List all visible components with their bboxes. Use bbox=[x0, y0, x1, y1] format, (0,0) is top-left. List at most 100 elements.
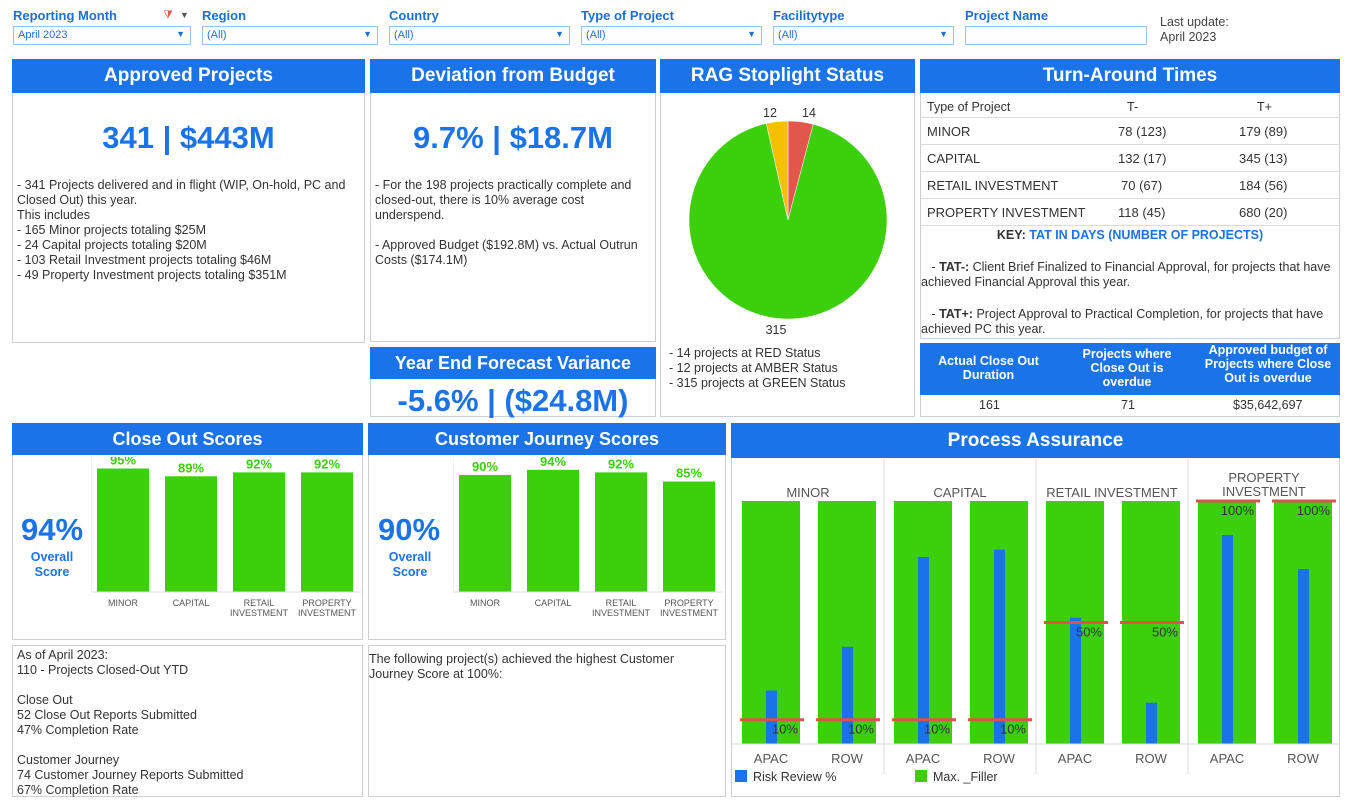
region-select[interactable]: (All) ▼ bbox=[202, 26, 378, 45]
approved-projects-panel: Approved Projects 341 | $443M - 341 Proj… bbox=[12, 59, 365, 343]
country-value: (All) bbox=[394, 29, 414, 41]
forecast-kpi: -5.6% | ($24.8M) bbox=[397, 383, 629, 418]
chevron-down-icon: ▼ bbox=[176, 29, 185, 39]
category-label: APAC bbox=[906, 751, 940, 766]
target-label: 50% bbox=[1152, 625, 1178, 640]
table-row: PROPERTY INVESTMENT 118 (45) 680 (20) bbox=[921, 199, 1339, 226]
category-label: PROPERTY bbox=[664, 598, 713, 608]
score-bar bbox=[663, 481, 715, 592]
process-assurance-panel: Process Assurance MINOR 10% APAC 10% ROW CAPI… bbox=[731, 423, 1340, 797]
closeout-scores-title: Close Out Scores bbox=[12, 423, 363, 455]
category-label: MINOR bbox=[470, 598, 500, 608]
risk-review-bar bbox=[1146, 702, 1157, 744]
facilitytype-select[interactable]: (All) ▼ bbox=[773, 26, 954, 45]
table-row: RETAIL INVESTMENT 70 (67) 184 (56) bbox=[921, 172, 1339, 199]
journey-scores-title: Customer Journey Scores bbox=[368, 423, 726, 455]
tat-cell: 118 (45) bbox=[1118, 205, 1166, 220]
score-bar bbox=[595, 472, 647, 592]
closeout-duration-value: 161 bbox=[979, 398, 1000, 412]
closeout-header-duration: Actual Close Out Duration bbox=[938, 354, 1039, 382]
tat-header-type: Type of Project bbox=[927, 100, 1011, 114]
group-label: RETAIL INVESTMENT bbox=[1046, 485, 1178, 500]
score-bar bbox=[97, 468, 149, 592]
category-label: CAPITAL bbox=[173, 598, 210, 608]
score-bar-label: 92% bbox=[246, 457, 272, 471]
rag-title: RAG Stoplight Status bbox=[660, 59, 915, 93]
tat-key: KEY: TAT IN DAYS (NUMBER OF PROJECTS) bbox=[921, 228, 1339, 242]
chevron-down-icon: ▼ bbox=[363, 29, 372, 39]
filter-label-country: Country bbox=[389, 8, 439, 23]
tat-cell: 70 (67) bbox=[1121, 178, 1163, 193]
category-label: APAC bbox=[754, 751, 788, 766]
category-label: ROW bbox=[983, 751, 1016, 766]
facilitytype-value: (All) bbox=[778, 29, 798, 41]
category-label: INVESTMENT bbox=[660, 608, 719, 618]
forecast-title: Year End Forecast Variance bbox=[370, 347, 656, 379]
tat-cell: 132 (17) bbox=[1118, 151, 1167, 166]
filter-menu-icon[interactable]: ▼ bbox=[180, 10, 189, 20]
group-label: CAPITAL bbox=[933, 485, 986, 500]
tat-cell: CAPITAL bbox=[927, 151, 981, 166]
type-of-project-value: (All) bbox=[586, 29, 606, 41]
category-label: APAC bbox=[1210, 751, 1244, 766]
tat-key-prefix: KEY: bbox=[996, 228, 1026, 242]
closeout-notes-panel: As of April 2023: 110 - Projects Closed-… bbox=[12, 645, 363, 797]
tat-note-2-text: Project Approval to Practical Completion… bbox=[921, 307, 1324, 336]
tat-note-2-label: TAT+: bbox=[939, 307, 973, 321]
target-label: 100% bbox=[1221, 503, 1255, 518]
category-label: RETAIL bbox=[244, 598, 275, 608]
chevron-down-icon: ▼ bbox=[747, 29, 756, 39]
journey-scores-panel: Customer Journey Scores 90% Overall Scor… bbox=[368, 423, 726, 640]
process-assurance-chart: MINOR 10% APAC 10% ROW CAPITAL 10% APAC 10% ROW RE… bbox=[732, 459, 1339, 774]
target-label: 10% bbox=[848, 722, 874, 737]
score-bar bbox=[233, 472, 285, 592]
group-label: MINOR bbox=[786, 485, 829, 500]
closeout-budget-value: $35,642,697 bbox=[1233, 398, 1303, 412]
tat-header-row: Type of Project T- T+ bbox=[921, 96, 1339, 118]
table-row: MINOR 78 (123) 179 (89) bbox=[921, 118, 1339, 145]
tat-title: Turn-Around Times bbox=[920, 59, 1340, 93]
target-label: 10% bbox=[1000, 722, 1026, 737]
tat-cell: PROPERTY INVESTMENT bbox=[927, 205, 1086, 220]
score-bar bbox=[165, 476, 217, 592]
country-select[interactable]: (All) ▼ bbox=[389, 26, 570, 45]
journey-bar-chart: 90%MINOR94%CAPITAL92%RETAILINVESTMENT85%… bbox=[453, 457, 723, 618]
tat-header-tminus: T- bbox=[1127, 100, 1139, 114]
closeout-bar-chart: 95%MINOR89%CAPITAL92%RETAILINVESTMENT92%… bbox=[91, 457, 361, 618]
filter-label-region: Region bbox=[202, 8, 247, 23]
score-bar-label: 85% bbox=[676, 466, 702, 481]
tat-note-2: - TAT+: Project Approval to Practical Co… bbox=[921, 307, 1324, 336]
approved-projects-text: - 341 Projects delivered and in flight (… bbox=[17, 178, 346, 282]
pie-label-amber: 12 bbox=[763, 106, 777, 120]
forecast-panel: Year End Forecast Variance -5.6% | ($24.… bbox=[370, 347, 656, 418]
journey-notes-panel: The following project(s) achieved the hi… bbox=[368, 645, 726, 797]
closeout-overall-label: Overall Score bbox=[30, 550, 74, 579]
risk-review-bar bbox=[994, 549, 1005, 744]
journey-overall-score: 90% bbox=[377, 512, 441, 547]
tat-cell: 184 (56) bbox=[1239, 178, 1288, 193]
legend-risk-review: Risk Review % bbox=[735, 770, 836, 784]
legend-filler: Max. _Filler bbox=[915, 770, 998, 784]
journey-notes-text: The following project(s) achieved the hi… bbox=[369, 652, 675, 681]
chevron-down-icon: ▼ bbox=[555, 29, 564, 39]
tat-note-1: - TAT-: Client Brief Finalized to Financ… bbox=[921, 260, 1331, 289]
tat-cell: MINOR bbox=[927, 124, 971, 139]
reporting-month-value: April 2023 bbox=[18, 29, 68, 41]
filter-label-reporting-month: Reporting Month bbox=[13, 8, 117, 23]
closeout-overall-score: 94% bbox=[20, 512, 84, 547]
rag-pie-chart: 12 14 315 bbox=[688, 106, 888, 337]
process-assurance-title: Process Assurance bbox=[731, 423, 1340, 458]
type-of-project-select[interactable]: (All) ▼ bbox=[581, 26, 762, 45]
filter-label-facilitytype: Facilitytype bbox=[773, 8, 845, 23]
deviation-text: - For the 198 projects practically compl… bbox=[375, 178, 638, 267]
project-name-input[interactable] bbox=[965, 26, 1147, 45]
category-label: INVESTMENT bbox=[230, 608, 289, 618]
target-label: 100% bbox=[1297, 503, 1331, 518]
rag-text: - 14 projects at RED Status - 12 project… bbox=[669, 346, 846, 390]
closeout-header-overdue: Projects where Close Out is overdue bbox=[1082, 347, 1172, 389]
score-bar-label: 90% bbox=[472, 459, 498, 474]
tat-cell: 680 (20) bbox=[1239, 205, 1288, 220]
score-bar-label: 92% bbox=[314, 457, 340, 471]
reporting-month-select[interactable]: April 2023 ▼ bbox=[13, 26, 191, 45]
clear-filter-icon[interactable]: ⧩ bbox=[163, 9, 173, 22]
